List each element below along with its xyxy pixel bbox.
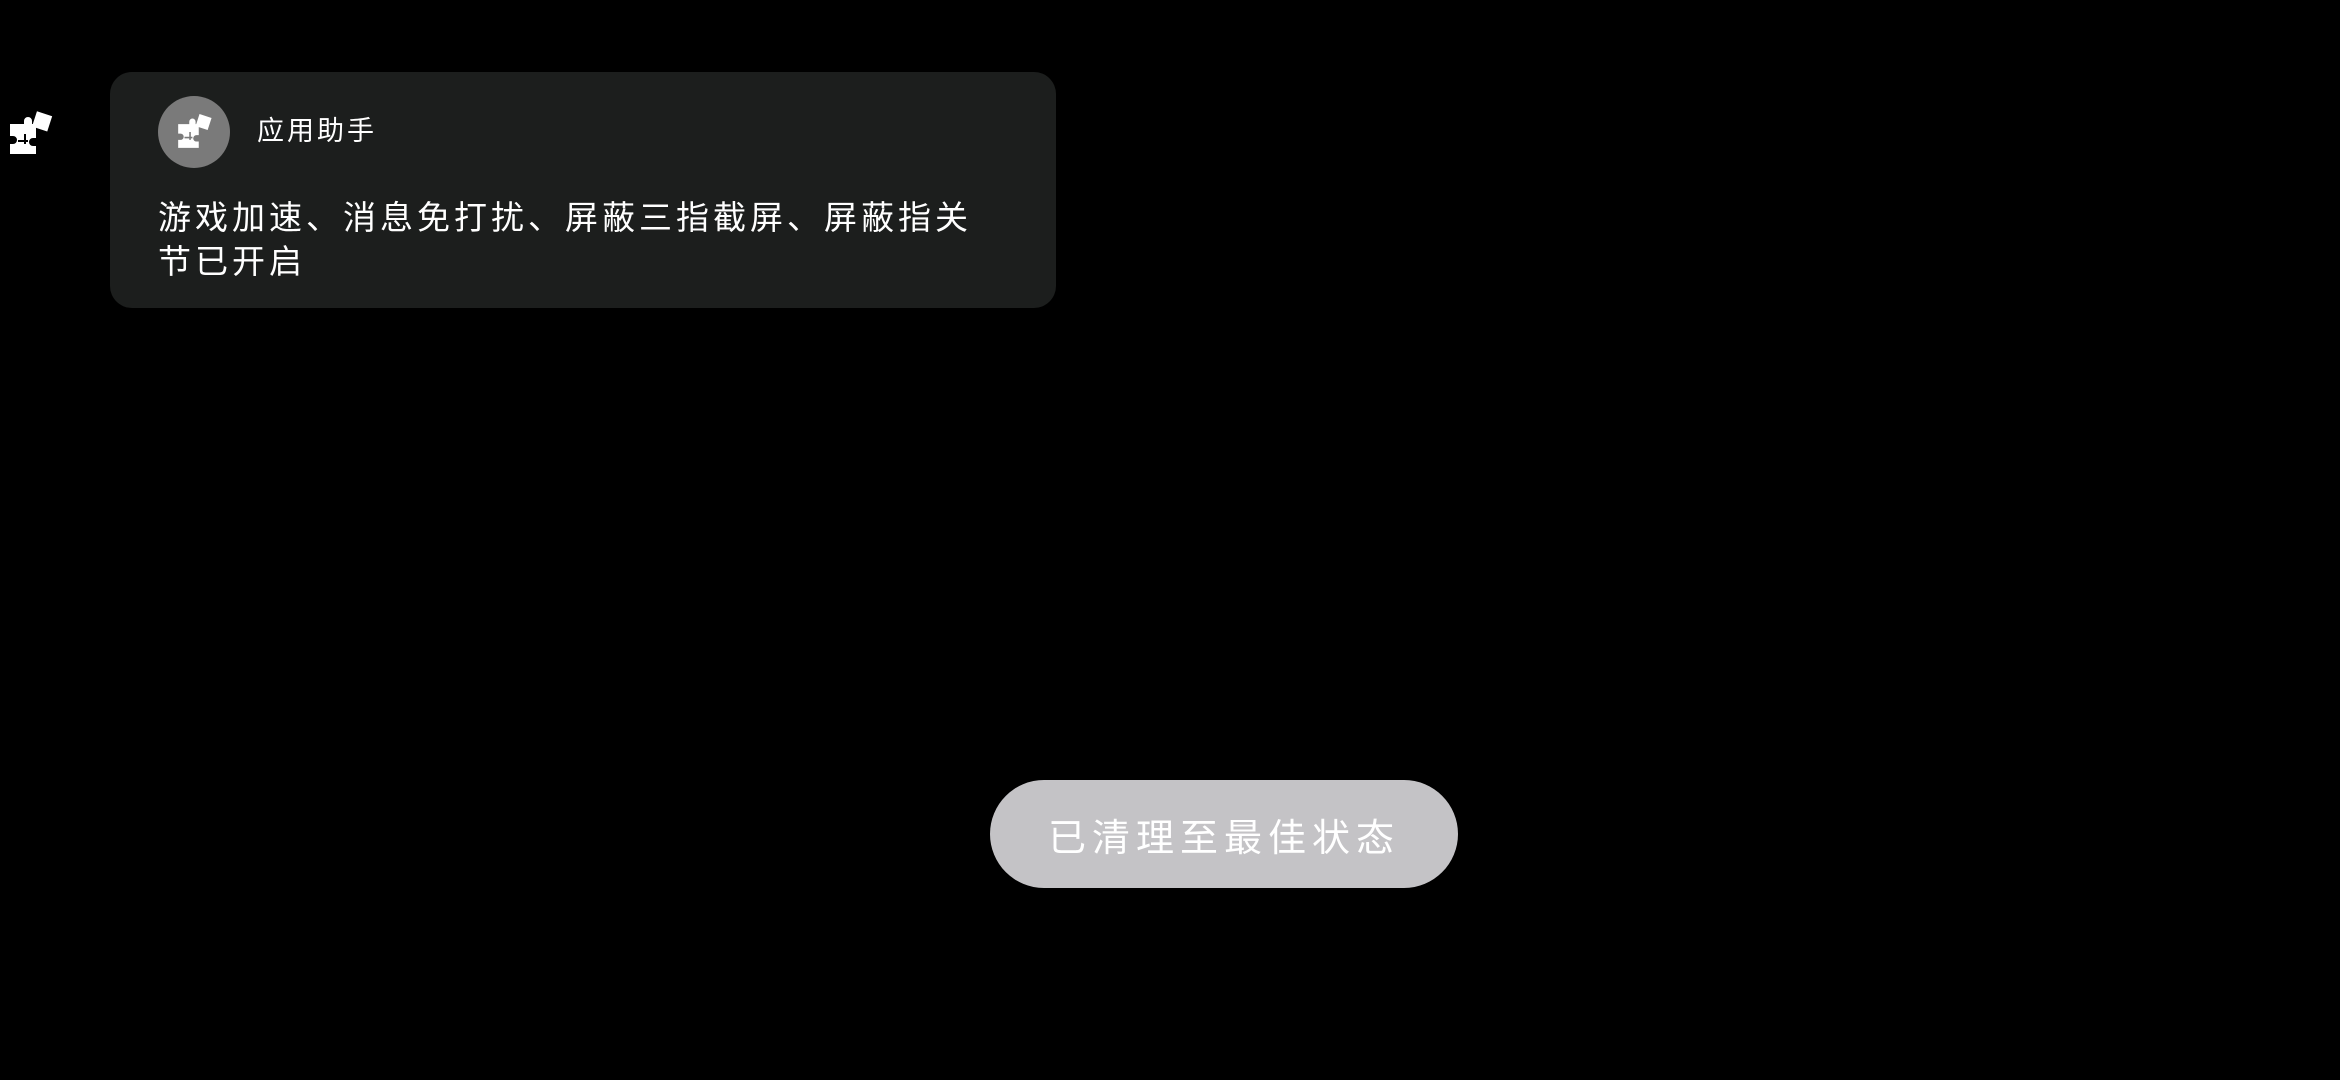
app-avatar [158, 96, 230, 168]
notification-card[interactable]: 应用助手 游戏加速、消息免打扰、屏蔽三指截屏、屏蔽指关节已开启 [110, 72, 1056, 308]
puzzle-icon [178, 114, 212, 148]
puzzle-icon-graphic [10, 111, 53, 154]
notification-message: 游戏加速、消息免打扰、屏蔽三指截屏、屏蔽指关节已开启 [158, 198, 972, 281]
puzzle-icon [6, 110, 54, 158]
app-name: 应用助手 [257, 116, 377, 147]
optimized-status-button[interactable]: 已清理至最佳状态 [990, 780, 1458, 888]
